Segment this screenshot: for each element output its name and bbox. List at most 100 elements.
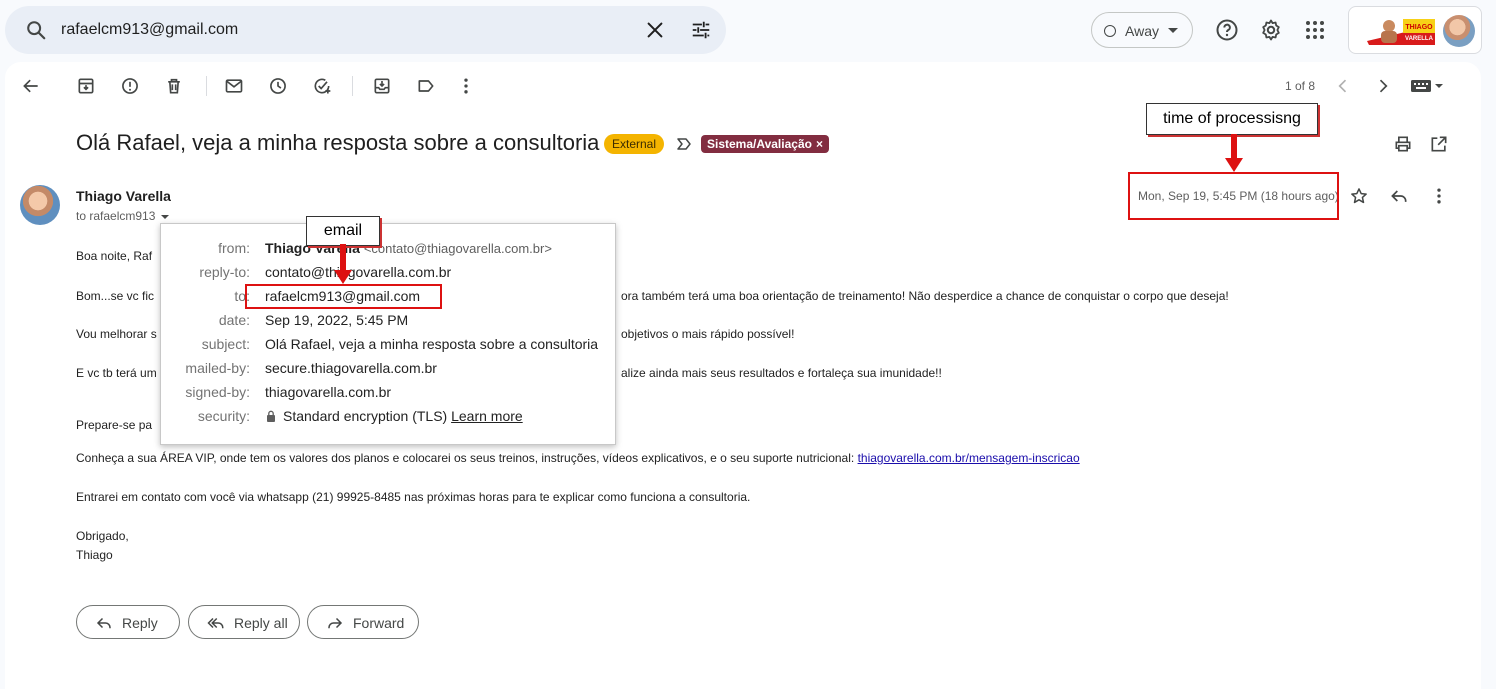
forward-label: Forward	[353, 615, 405, 631]
chevron-down-icon	[1168, 28, 1178, 33]
label-badge[interactable]: Sistema/Avaliação ×	[701, 135, 829, 153]
star-icon[interactable]	[1349, 186, 1369, 206]
body-paragraph-2-end: objetivos o mais rápido possível!	[621, 327, 795, 341]
forward-icon	[328, 617, 343, 629]
recipient-text: to rafaelcm913	[76, 209, 156, 223]
external-badge: External	[604, 134, 665, 154]
email-annotation-arrow	[334, 244, 352, 284]
email-annotation-note: email	[306, 216, 380, 246]
search-icon[interactable]	[25, 19, 47, 41]
details-mailed-by-value: secure.thiagovarella.com.br	[265, 360, 437, 376]
status-away-button[interactable]: Away	[1091, 12, 1193, 48]
apps-grid-icon[interactable]	[1303, 18, 1327, 42]
tune-icon[interactable]	[690, 19, 712, 41]
reply-all-button[interactable]: Reply all	[188, 605, 300, 639]
details-subject-label: subject:	[201, 336, 250, 352]
details-mailed-by-label: mailed-by:	[185, 360, 250, 376]
lock-icon	[267, 410, 275, 422]
chevron-left-icon[interactable]	[1333, 76, 1353, 96]
body-paragraph-4-start: Prepare-se pa	[76, 418, 153, 432]
mark-unread-icon[interactable]	[224, 76, 244, 96]
details-date-label: date:	[218, 312, 250, 328]
body-paragraph-3-end: alize ainda mais seus resultados e forta…	[621, 366, 942, 380]
close-icon[interactable]	[644, 19, 666, 41]
account-area[interactable]: THIAGO VARELLA	[1348, 6, 1482, 54]
details-security-label: security:	[197, 408, 250, 424]
show-details-caret-icon[interactable]	[161, 214, 170, 219]
body-closing: Obrigado,	[76, 529, 129, 543]
details-signed-by-value: thiagovarella.com.br	[265, 384, 392, 400]
details-date-value: Sep 19, 2022, 5:45 PM	[265, 312, 409, 328]
more-vertical-icon[interactable]	[456, 76, 476, 96]
email-highlight-box	[245, 284, 442, 309]
toolbar-divider	[352, 76, 353, 96]
open-in-new-window-icon[interactable]	[1429, 134, 1449, 154]
message-details-popup: from: Thiago Varella <contato@thiagovare…	[160, 223, 616, 445]
more-vertical-icon[interactable]	[1429, 186, 1449, 206]
report-spam-icon[interactable]	[120, 76, 140, 96]
details-mailed-by-row: mailed-by: secure.thiagovarella.com.br	[161, 360, 617, 380]
brand-logo[interactable]: THIAGO VARELLA	[1365, 15, 1437, 47]
help-icon[interactable]	[1215, 18, 1239, 42]
reply-button[interactable]: Reply	[76, 605, 180, 639]
back-arrow-icon[interactable]	[21, 76, 41, 96]
forward-button[interactable]: Forward	[307, 605, 419, 639]
details-reply-to-label: reply-to:	[199, 264, 250, 280]
body-paragraph-1-end: ora também terá uma boa orientação de tr…	[621, 289, 1229, 303]
label-badge-text: Sistema/Avaliação	[707, 137, 812, 151]
details-security-value: Standard encryption (TLS) Learn more	[265, 408, 523, 424]
details-signed-by-row: signed-by: thiagovarella.com.br	[161, 384, 617, 404]
reply-icon[interactable]	[1389, 186, 1409, 206]
details-reply-to-value: contato@thiagovarella.com.br	[265, 264, 452, 280]
sender-name[interactable]: Thiago Varella	[76, 188, 171, 204]
add-task-icon[interactable]	[312, 76, 332, 96]
date-highlight-box	[1128, 172, 1339, 220]
body-paragraph-3-start: E vc tb terá um	[76, 366, 157, 380]
details-date-row: date: Sep 19, 2022, 5:45 PM	[161, 312, 617, 332]
body-greeting: Boa noite, Raf	[76, 249, 153, 263]
search-bar[interactable]	[5, 6, 726, 54]
details-subject-row: subject: Olá Rafael, veja a minha respos…	[161, 336, 617, 356]
details-security-text: Standard encryption (TLS)	[283, 408, 448, 424]
details-security-row: security: Standard encryption (TLS) Lear…	[161, 408, 617, 428]
keyboard-icon[interactable]	[1410, 76, 1444, 96]
learn-more-link[interactable]: Learn more	[451, 408, 523, 424]
body-signature: Thiago	[76, 548, 113, 562]
email-subject: Olá Rafael, veja a minha resposta sobre …	[76, 130, 600, 155]
body-paragraph-5: Conheça a sua ÁREA VIP, onde tem os valo…	[76, 451, 1080, 465]
gear-icon[interactable]	[1259, 18, 1283, 42]
label-icon[interactable]	[416, 76, 436, 96]
body-paragraph-6: Entrarei em contato com você via whatsap…	[76, 490, 751, 504]
vip-area-link[interactable]: thiagovarella.com.br/mensagem-inscricao	[858, 451, 1080, 465]
details-from-label: from:	[218, 240, 250, 256]
body-paragraph-1-start: Bom...se vc fic	[76, 289, 155, 303]
avatar[interactable]	[1443, 15, 1475, 47]
print-icon[interactable]	[1393, 134, 1413, 154]
pager-count: 1 of 8	[1285, 79, 1316, 93]
search-input[interactable]	[61, 18, 621, 42]
reply-all-label: Reply all	[234, 615, 288, 631]
chevron-right-icon[interactable]	[1373, 76, 1393, 96]
sender-avatar[interactable]	[20, 185, 60, 225]
toolbar-divider	[206, 76, 207, 96]
body-paragraph-5-text: Conheça a sua ÁREA VIP, onde tem os valo…	[76, 451, 855, 465]
archive-icon[interactable]	[76, 76, 96, 96]
delete-icon[interactable]	[164, 76, 184, 96]
snooze-clock-icon[interactable]	[268, 76, 288, 96]
details-reply-to-row: reply-to: contato@thiagovarella.com.br	[161, 264, 617, 284]
reply-all-icon	[207, 617, 224, 629]
time-annotation-arrow	[1225, 134, 1243, 172]
details-subject-value: Olá Rafael, veja a minha resposta sobre …	[265, 336, 599, 352]
details-signed-by-label: signed-by:	[185, 384, 250, 400]
move-to-icon[interactable]	[372, 76, 392, 96]
remove-label-icon[interactable]: ×	[816, 137, 823, 151]
status-label: Away	[1125, 23, 1159, 39]
details-from-row: from: Thiago Varella <contato@thiagovare…	[161, 240, 617, 260]
svg-text:THIAGO: THIAGO	[1405, 24, 1433, 31]
body-paragraph-2-start: Vou melhorar s	[76, 327, 157, 341]
importance-marker-icon[interactable]	[676, 136, 692, 152]
time-annotation-note: time of processisng	[1146, 103, 1318, 135]
recipient-line[interactable]: to rafaelcm913	[76, 209, 170, 223]
reply-label: Reply	[122, 615, 158, 631]
details-from-address: <contato@thiagovarella.com.br>	[363, 241, 552, 256]
